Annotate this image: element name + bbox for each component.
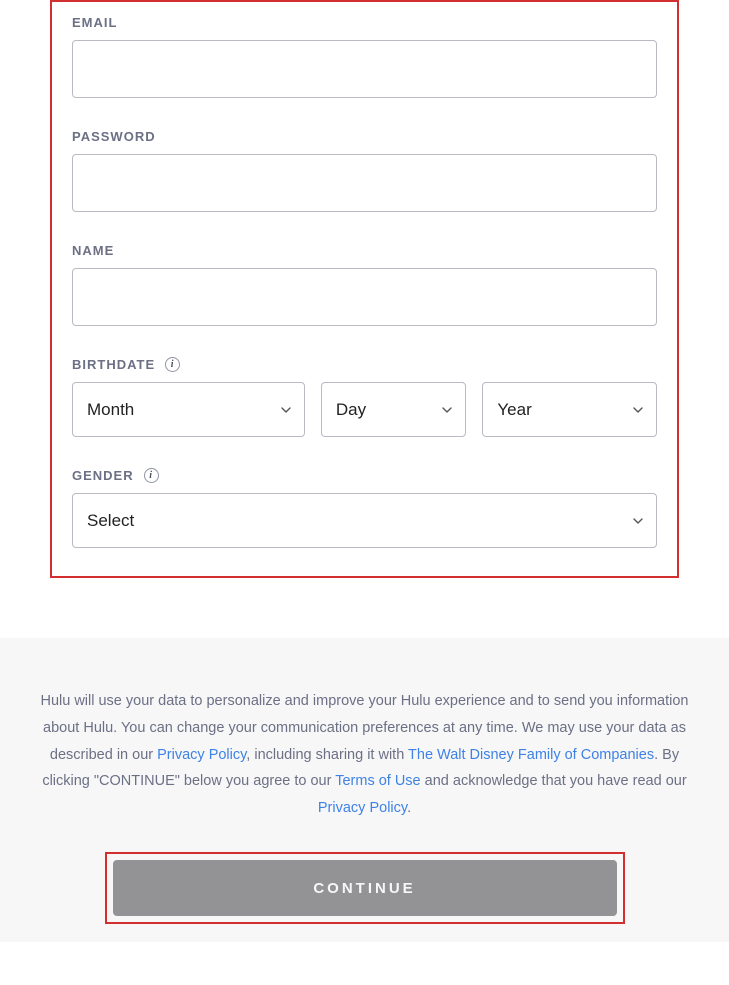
birthdate-day-select[interactable]: Day xyxy=(321,382,467,437)
gender-label: GENDER i xyxy=(72,468,159,483)
email-label: EMAIL xyxy=(72,15,117,30)
name-label: NAME xyxy=(72,243,114,258)
birthdate-group: BIRTHDATE i Month Day xyxy=(72,356,657,437)
gender-select[interactable]: Select xyxy=(72,493,657,548)
password-input[interactable] xyxy=(72,154,657,212)
info-icon[interactable]: i xyxy=(144,468,159,483)
name-group: NAME xyxy=(72,242,657,326)
birthdate-label: BIRTHDATE i xyxy=(72,357,180,372)
disney-family-link[interactable]: The Walt Disney Family of Companies xyxy=(408,747,654,763)
birthdate-label-text: BIRTHDATE xyxy=(72,357,155,372)
footer-section: Hulu will use your data to personalize a… xyxy=(0,638,729,942)
privacy-policy-link[interactable]: Privacy Policy xyxy=(157,747,246,763)
gender-value: Select xyxy=(87,511,134,531)
birthdate-month-value: Month xyxy=(87,400,134,420)
name-input[interactable] xyxy=(72,268,657,326)
password-label: PASSWORD xyxy=(72,129,156,144)
email-input[interactable] xyxy=(72,40,657,98)
legal-text: Hulu will use your data to personalize a… xyxy=(25,688,705,822)
gender-label-text: GENDER xyxy=(72,468,134,483)
gender-group: GENDER i Select xyxy=(72,467,657,548)
birthdate-day-value: Day xyxy=(336,400,366,420)
continue-button[interactable]: CONTINUE xyxy=(113,860,617,916)
birthdate-year-value: Year xyxy=(497,400,531,420)
birthdate-month-select[interactable]: Month xyxy=(72,382,305,437)
legal-text-part: , including sharing it with xyxy=(246,747,408,763)
continue-container: CONTINUE xyxy=(105,852,625,924)
legal-text-part: . xyxy=(407,800,411,816)
birthdate-year-select[interactable]: Year xyxy=(482,382,657,437)
info-icon[interactable]: i xyxy=(165,357,180,372)
privacy-policy-link-2[interactable]: Privacy Policy xyxy=(318,800,407,816)
email-group: EMAIL xyxy=(72,14,657,98)
legal-text-part: and acknowledge that you have read our xyxy=(421,773,687,789)
terms-of-use-link[interactable]: Terms of Use xyxy=(335,773,420,789)
password-group: PASSWORD xyxy=(72,128,657,212)
signup-form-container: EMAIL PASSWORD NAME BIRTHDATE i Month xyxy=(50,0,679,578)
birthdate-selects: Month Day Year xyxy=(72,382,657,437)
